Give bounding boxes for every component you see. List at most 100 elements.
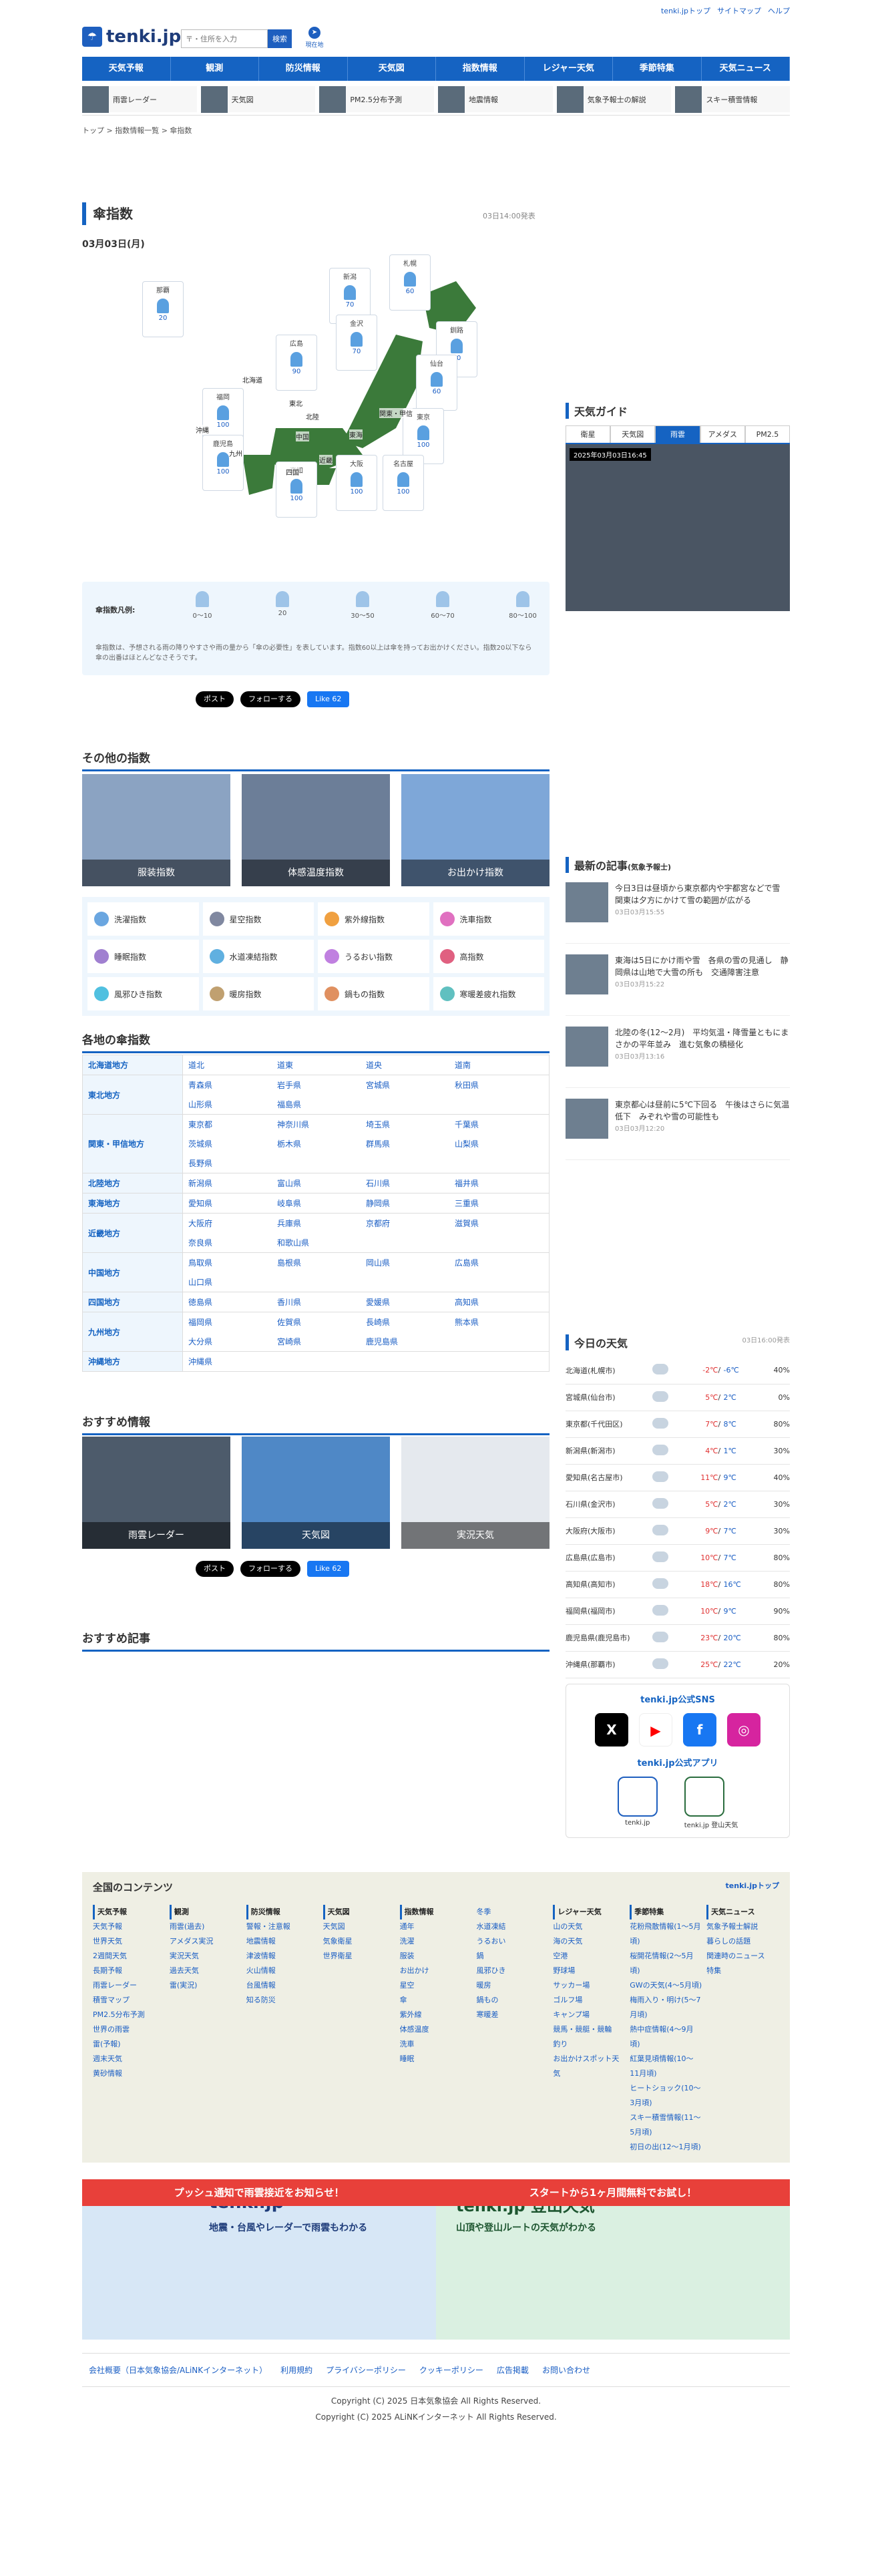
- prefecture-link[interactable]: 奈良県: [188, 1237, 277, 1248]
- footer-link[interactable]: 水道凍結: [476, 1919, 549, 1934]
- footer-link[interactable]: 競馬・競艇・競輪: [553, 2022, 626, 2037]
- footer-link[interactable]: 桜開花情報(2〜5月頃): [630, 1949, 702, 1978]
- footer-link[interactable]: スキー積雪情報(11〜5月頃): [630, 2110, 702, 2140]
- footer-link[interactable]: 特集: [706, 1964, 779, 1978]
- prefecture-link[interactable]: 神奈川県: [277, 1119, 366, 1130]
- footer-link[interactable]: 紫外線: [400, 2008, 473, 2022]
- footer-link[interactable]: 鍋もの: [476, 1993, 549, 2008]
- subnav-item[interactable]: 天気図: [200, 85, 316, 113]
- prefecture-link[interactable]: 鹿児島県: [366, 1336, 455, 1347]
- footer-link[interactable]: 星空: [400, 1978, 473, 1993]
- footer-link[interactable]: 野球場: [553, 1964, 626, 1978]
- footer-link[interactable]: 津波情報: [246, 1949, 319, 1964]
- index-link[interactable]: 風邪ひき指数: [87, 977, 199, 1010]
- app-banner[interactable]: tenki.jp 地震・台風やレーダーで雨雲もわかる プッシュ通知で雨雲接近をお…: [82, 2179, 790, 2340]
- footer-link[interactable]: 睡眠: [400, 2052, 473, 2066]
- footer-nav-link[interactable]: プライバシーポリシー: [326, 2366, 406, 2375]
- prefecture-link[interactable]: 大阪府: [188, 1218, 277, 1229]
- footer-link[interactable]: お出かけスポット天気: [553, 2052, 626, 2081]
- city-card[interactable]: 那覇 20: [142, 281, 184, 337]
- footer-link[interactable]: 実況天気: [170, 1949, 242, 1964]
- prefecture-link[interactable]: 岡山県: [366, 1257, 455, 1268]
- footer-link[interactable]: 積雪マップ: [93, 1993, 166, 2008]
- footer-link[interactable]: 通年: [400, 1919, 473, 1934]
- city-card[interactable]: 金沢 70: [336, 315, 377, 371]
- prefecture-link[interactable]: 鳥取県: [188, 1257, 277, 1268]
- gnav-item[interactable]: 防災情報: [259, 57, 348, 81]
- footer-link[interactable]: 空港: [553, 1949, 626, 1964]
- news-item[interactable]: 東海は5日にかけ雨や雪 各県の雪の見通し 静岡県は山地で大雪の所も 交通障害注意…: [566, 954, 790, 1016]
- weather-row[interactable]: 愛知県(名古屋市) 11℃/9℃ 40%: [566, 1464, 790, 1491]
- weather-row[interactable]: 鹿児島県(鹿児島市) 23℃/20℃ 80%: [566, 1624, 790, 1652]
- guide-tab[interactable]: 天気図: [610, 425, 656, 443]
- footer-link[interactable]: 熱中症情報(4〜9月頃): [630, 2022, 702, 2052]
- footer-nav-link[interactable]: 利用規約: [280, 2366, 312, 2375]
- prefecture-link[interactable]: 群馬県: [366, 1138, 455, 1149]
- weather-row[interactable]: 大阪府(大阪市) 9℃/7℃ 30%: [566, 1517, 790, 1545]
- footer-nav-link[interactable]: 広告掲載: [497, 2366, 529, 2375]
- search-input[interactable]: [181, 29, 268, 48]
- footer-link[interactable]: 天気図: [323, 1919, 396, 1934]
- news-item[interactable]: 北陸の冬(12〜2月) 平均気温・降雪量ともにまさかの平年並み 進む気象の積極化…: [566, 1027, 790, 1088]
- footer-link[interactable]: 暖房: [476, 1978, 549, 1993]
- tile-feels[interactable]: 体感温度指数: [242, 774, 390, 886]
- prefecture-link[interactable]: 宮城県: [366, 1079, 455, 1091]
- banner-left[interactable]: tenki.jp 地震・台風やレーダーで雨雲もわかる プッシュ通知で雨雲接近をお…: [82, 2179, 436, 2340]
- footer-link[interactable]: 花粉飛散情報(1〜5月頃): [630, 1919, 702, 1949]
- index-link[interactable]: 星空指数: [202, 902, 314, 936]
- rec-radar[interactable]: 雨雲レーダー: [82, 1437, 230, 1549]
- prefecture-link[interactable]: 富山県: [277, 1177, 366, 1189]
- prefecture-link[interactable]: 栃木県: [277, 1138, 366, 1149]
- gnav-item[interactable]: 季節特集: [613, 57, 702, 81]
- footer-link[interactable]: 警報・注意報: [246, 1919, 319, 1934]
- region-name[interactable]: 中国地方: [82, 1252, 183, 1292]
- footer-link[interactable]: 世界衛星: [323, 1949, 396, 1964]
- footer-link[interactable]: 雷(実況): [170, 1978, 242, 1993]
- prefecture-link[interactable]: 沖縄県: [188, 1356, 277, 1367]
- footer-link[interactable]: 2週間天気: [93, 1949, 166, 1964]
- footer-link[interactable]: 台風情報: [246, 1978, 319, 1993]
- footer-link[interactable]: お出かけ: [400, 1964, 473, 1978]
- prefecture-link[interactable]: 東京都: [188, 1119, 277, 1130]
- index-link[interactable]: 寒暖差疲れ指数: [433, 977, 544, 1010]
- index-link[interactable]: 水道凍結指数: [202, 940, 314, 973]
- guide-tab[interactable]: PM2.5: [744, 425, 791, 443]
- prefecture-link[interactable]: 滋賀県: [455, 1218, 543, 1229]
- app-tenki[interactable]: tenki.jp: [617, 1777, 658, 1829]
- gnav-item[interactable]: 天気図: [348, 57, 436, 81]
- subnav-item[interactable]: 雨雲レーダー: [82, 85, 197, 113]
- footer-link[interactable]: 洗濯: [400, 1934, 473, 1949]
- city-card[interactable]: 札幌 60: [389, 254, 431, 311]
- prefecture-link[interactable]: 広島県: [455, 1257, 543, 1268]
- footer-link[interactable]: 釣り: [553, 2037, 626, 2052]
- weather-row[interactable]: 福岡県(福岡市) 10℃/9℃ 90%: [566, 1598, 790, 1625]
- footer-link[interactable]: PM2.5分布予測: [93, 2008, 166, 2022]
- weather-row[interactable]: 沖縄県(那覇市) 25℃/22℃ 20%: [566, 1651, 790, 1678]
- prefecture-link[interactable]: 徳島県: [188, 1296, 277, 1308]
- prefecture-link[interactable]: 京都府: [366, 1218, 455, 1229]
- region-name[interactable]: 北海道地方: [82, 1055, 183, 1075]
- sitemap-link[interactable]: サイトマップ: [717, 7, 761, 15]
- breadcrumb[interactable]: トップ > 指数情報一覧 > 傘指数: [82, 125, 790, 136]
- footer-link[interactable]: 気象予報士解説: [706, 1919, 779, 1934]
- prefecture-link[interactable]: 宮崎県: [277, 1336, 366, 1347]
- city-card[interactable]: 仙台 60: [416, 355, 457, 411]
- guide-tab[interactable]: 衛星: [566, 425, 611, 443]
- youtube-icon[interactable]: ▶: [639, 1713, 672, 1746]
- x-icon[interactable]: X: [595, 1713, 628, 1746]
- region-name[interactable]: 東海地方: [82, 1193, 183, 1214]
- region-name[interactable]: 沖縄地方: [82, 1351, 183, 1372]
- geo-button[interactable]: ➤ 現在地: [302, 27, 326, 51]
- footer-link[interactable]: うるおい: [476, 1934, 549, 1949]
- prefecture-link[interactable]: 岩手県: [277, 1079, 366, 1091]
- logo[interactable]: ☂ tenki.jp: [82, 27, 181, 47]
- footer-link[interactable]: キャンプ場: [553, 2008, 626, 2022]
- x-post-button[interactable]: ポスト: [196, 691, 234, 707]
- city-card[interactable]: 名古屋 100: [383, 455, 424, 511]
- footer-link[interactable]: 鍋: [476, 1949, 549, 1964]
- prefecture-link[interactable]: 熊本県: [455, 1316, 543, 1328]
- footer-link[interactable]: 梅雨入り・明け(5〜7月頃): [630, 1993, 702, 2022]
- prefecture-link[interactable]: 埼玉県: [366, 1119, 455, 1130]
- index-link[interactable]: 鍋もの指数: [318, 977, 429, 1010]
- footer-link[interactable]: 紅葉見頃情報(10〜11月頃): [630, 2052, 702, 2081]
